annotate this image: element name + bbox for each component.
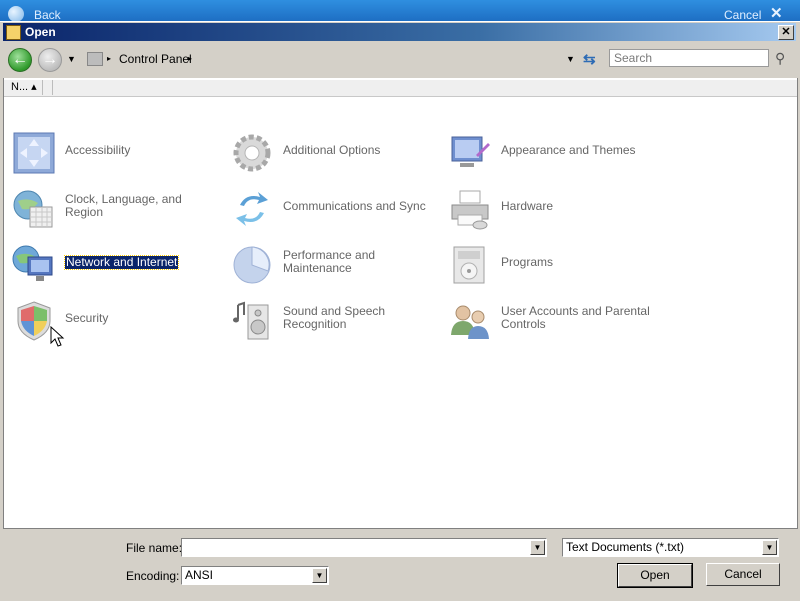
accessibility-icon bbox=[13, 132, 55, 174]
mouse-cursor-icon bbox=[50, 326, 65, 347]
name-column-header[interactable]: N... ▴ bbox=[7, 80, 43, 95]
encoding-label: Encoding: bbox=[126, 569, 180, 583]
item-label: Accessibility bbox=[65, 142, 131, 157]
file-name-label: File name: bbox=[126, 541, 183, 555]
file-type-select[interactable]: Text Documents (*.txt) ▼ bbox=[562, 538, 779, 557]
address-root-chevron-icon[interactable]: ▸ bbox=[107, 54, 111, 63]
column-separator[interactable] bbox=[50, 80, 53, 95]
item-hardware[interactable]: Hardware bbox=[446, 184, 661, 234]
clock-globe-icon bbox=[13, 190, 53, 228]
file-type-value: Text Documents (*.txt) bbox=[566, 540, 685, 554]
item-clock-language-region[interactable]: Clock, Language, and Region bbox=[10, 184, 225, 234]
close-button[interactable]: ✕ bbox=[778, 25, 794, 40]
users-icon bbox=[451, 305, 489, 339]
file-name-dropdown-icon[interactable]: ▼ bbox=[530, 540, 545, 555]
item-label: User Accounts and Parental Controls bbox=[501, 304, 650, 331]
speaker-icon bbox=[233, 301, 269, 340]
pie-chart-icon bbox=[233, 246, 271, 284]
titlebar: Open ✕ bbox=[3, 23, 796, 41]
encoding-select[interactable]: ANSI ▼ bbox=[181, 566, 329, 585]
forward-button[interactable]: → bbox=[38, 48, 62, 72]
item-accessibility[interactable]: Accessibility bbox=[10, 128, 225, 178]
breadcrumb[interactable]: Control Panel bbox=[119, 52, 192, 66]
background-window-strip: Back Cancel ✕ bbox=[0, 0, 800, 22]
file-type-dropdown-icon[interactable]: ▼ bbox=[762, 540, 777, 555]
item-security[interactable]: Security bbox=[10, 296, 225, 346]
item-label: Security bbox=[65, 310, 109, 325]
item-communications-sync[interactable]: Communications and Sync bbox=[228, 184, 443, 234]
encoding-value: ANSI bbox=[185, 568, 214, 582]
item-label: Network and Internet bbox=[63, 254, 180, 270]
address-dropdown[interactable]: ▼ bbox=[566, 54, 575, 64]
item-sound-speech[interactable]: Sound and Speech Recognition bbox=[228, 296, 443, 346]
notepad-icon bbox=[6, 25, 21, 40]
back-circle-icon bbox=[8, 6, 24, 22]
printer-icon bbox=[451, 190, 489, 230]
item-label: Hardware bbox=[501, 198, 554, 213]
background-cancel-label: Cancel bbox=[724, 8, 762, 22]
sync-arrows-icon bbox=[236, 192, 268, 226]
item-label: Additional Options bbox=[283, 142, 381, 157]
item-label: Performance and Maintenance bbox=[283, 248, 376, 275]
encoding-dropdown-icon[interactable]: ▼ bbox=[312, 568, 327, 583]
item-label: Communications and Sync bbox=[283, 198, 426, 213]
navigation-bar: ← → ▼ ▸ Control Panel ▸ ▼ ⇆ ⚲ bbox=[3, 44, 796, 76]
file-name-combobox[interactable]: ▼ bbox=[181, 538, 547, 557]
gear-icon bbox=[233, 134, 271, 172]
item-label: Appearance and Themes bbox=[501, 142, 636, 157]
item-network-internet[interactable]: Network and Internet bbox=[10, 240, 225, 290]
item-appearance-themes[interactable]: Appearance and Themes bbox=[446, 128, 661, 178]
item-label: Programs bbox=[501, 254, 554, 269]
dialog-title: Open bbox=[25, 25, 56, 39]
recent-pages-dropdown[interactable]: ▼ bbox=[67, 54, 76, 64]
breadcrumb-chevron-icon[interactable]: ▸ bbox=[188, 54, 192, 63]
back-button[interactable]: ← bbox=[8, 48, 32, 72]
background-back-label: Back bbox=[34, 8, 61, 22]
search-input[interactable] bbox=[609, 49, 769, 67]
background-close-icon: ✕ bbox=[770, 5, 783, 22]
network-icon bbox=[12, 245, 53, 281]
appearance-icon bbox=[451, 136, 490, 167]
file-view: N... ▴ Accessibility Additional Options bbox=[3, 78, 798, 529]
item-additional-options[interactable]: Additional Options bbox=[228, 128, 443, 178]
item-programs[interactable]: Programs bbox=[446, 240, 661, 290]
item-user-accounts[interactable]: User Accounts and Parental Controls bbox=[446, 296, 661, 346]
open-button[interactable]: Open bbox=[617, 563, 693, 588]
control-panel-icon bbox=[87, 52, 103, 66]
open-dialog: Open ✕ ← → ▼ ▸ Control Panel ▸ ▼ ⇆ ⚲ N..… bbox=[0, 21, 800, 601]
refresh-icon[interactable]: ⇆ bbox=[583, 50, 596, 68]
item-label: Sound and Speech Recognition bbox=[283, 304, 386, 331]
item-label: Clock, Language, and Region bbox=[65, 192, 182, 219]
dialog-footer: File name: ▼ Text Documents (*.txt) ▼ En… bbox=[3, 530, 796, 598]
programs-icon bbox=[453, 246, 485, 284]
column-header-bar: N... ▴ bbox=[4, 80, 797, 97]
cancel-button[interactable]: Cancel bbox=[706, 563, 780, 586]
search-icon[interactable]: ⚲ bbox=[775, 50, 785, 67]
item-performance-maintenance[interactable]: Performance and Maintenance bbox=[228, 240, 443, 290]
